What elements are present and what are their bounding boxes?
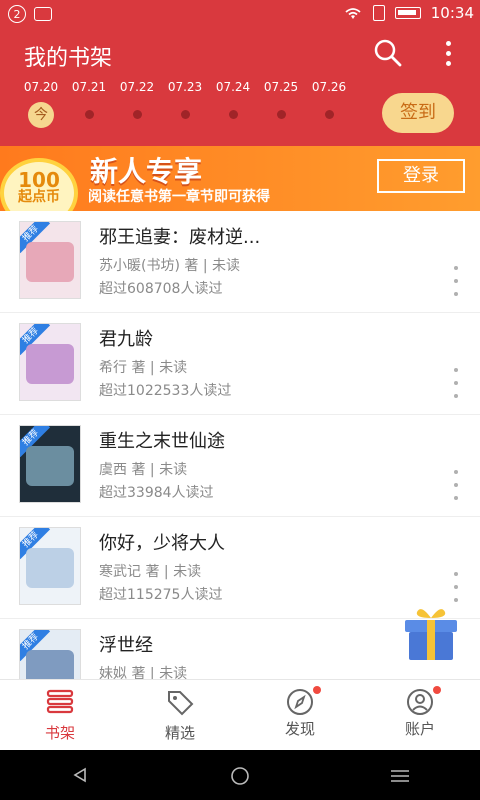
notification-count-badge: 2	[8, 5, 26, 23]
gift-icon[interactable]	[403, 604, 459, 662]
calendar-day: 07.26	[305, 80, 353, 119]
book-item[interactable]: 推荐 邪王追妻：废材逆... 苏小暖(书坊) 著 | 未读 超过608708人读…	[0, 211, 480, 313]
book-menu-icon[interactable]	[452, 368, 460, 398]
checkin-calendar: 07.20 今 07.21 07.22 07.23 07.24 07.25 07…	[0, 80, 380, 140]
book-readers: 超过1022533人读过	[99, 383, 232, 399]
home-icon[interactable]	[230, 766, 250, 786]
login-button[interactable]: 登录	[377, 159, 465, 193]
tab-discover[interactable]: 发现	[240, 680, 360, 751]
page-title: 我的书架	[24, 46, 113, 71]
calendar-day: 07.25	[257, 80, 305, 119]
notification-dot	[313, 686, 321, 694]
calendar-day: 07.24	[209, 80, 257, 119]
book-readers: 超过608708人读过	[99, 281, 223, 297]
banner-subtitle: 阅读任意书第一章节即可获得	[88, 189, 270, 205]
book-author-status: 妹姒 著 | 未读	[99, 666, 188, 679]
notification-dot	[433, 686, 441, 694]
book-cover: 推荐	[19, 221, 81, 299]
book-author-status: 寒武记 著 | 未读	[99, 564, 202, 580]
user-icon	[407, 689, 433, 715]
tab-bookshelf[interactable]: 书架	[0, 680, 120, 751]
day-dot	[228, 110, 238, 119]
bookshelf-icon	[46, 689, 74, 714]
clock: 10:34	[430, 4, 474, 22]
book-readers: 超过115275人读过	[99, 587, 223, 603]
book-title: 重生之末世仙途	[99, 431, 225, 452]
status-bar: 2 10:34	[0, 0, 480, 28]
coin-badge-icon: 100 起点币	[0, 158, 78, 211]
book-item[interactable]: 推荐 重生之末世仙途 虞西 著 | 未读 超过33984人读过	[0, 415, 480, 517]
tab-account[interactable]: 账户	[360, 680, 480, 751]
book-cover: 推荐	[19, 425, 81, 503]
search-icon[interactable]	[373, 38, 403, 68]
day-dot	[180, 110, 190, 119]
book-title: 你好，少将大人	[99, 533, 225, 554]
sim-card-icon	[372, 5, 385, 21]
book-author-status: 苏小暖(书坊) 著 | 未读	[99, 258, 240, 274]
book-title: 君九龄	[99, 329, 153, 350]
book-title: 邪王追妻：废材逆...	[99, 227, 261, 248]
today-marker: 今	[28, 102, 54, 128]
day-dot	[276, 110, 286, 119]
day-dot	[84, 110, 94, 119]
day-dot	[324, 110, 334, 119]
tag-icon	[168, 691, 194, 716]
tab-label: 精选	[164, 724, 195, 742]
back-icon[interactable]	[72, 767, 88, 783]
battery-icon	[394, 7, 421, 19]
book-menu-icon[interactable]	[452, 572, 460, 602]
banner-title: 新人专享	[90, 155, 203, 188]
tab-label: 发现	[284, 720, 315, 738]
signin-button[interactable]: 签到	[382, 93, 454, 133]
tab-featured[interactable]: 精选	[120, 680, 240, 751]
calendar-day: 07.22	[113, 80, 161, 119]
calendar-day: 07.23	[161, 80, 209, 119]
menu-icon[interactable]	[390, 768, 410, 784]
book-author-status: 虞西 著 | 未读	[99, 462, 188, 478]
tab-label: 账户	[404, 720, 435, 738]
app-notification-icon	[34, 7, 52, 21]
book-title: 浮世经	[99, 635, 153, 656]
compass-icon	[287, 689, 313, 715]
day-dot	[132, 110, 142, 119]
newcomer-promo-banner[interactable]: 100 起点币 新人专享 阅读任意书第一章节即可获得 登录	[0, 146, 480, 211]
system-navigation-bar	[0, 750, 480, 800]
bottom-tab-bar: 书架 精选 发现 账户	[0, 679, 480, 751]
wifi-icon	[345, 8, 361, 19]
book-author-status: 希行 著 | 未读	[99, 360, 188, 376]
book-cover: 推荐	[19, 323, 81, 401]
calendar-day: 07.21	[65, 80, 113, 119]
bookshelf-header: 我的书架 07.20 今 07.21 07.22 07.23 07.24 07.…	[0, 28, 480, 146]
book-readers: 超过33984人读过	[99, 485, 214, 501]
book-menu-icon[interactable]	[452, 470, 460, 500]
book-menu-icon[interactable]	[452, 266, 460, 296]
tab-label: 书架	[44, 724, 75, 742]
calendar-day: 07.20 今	[17, 80, 65, 128]
book-item[interactable]: 推荐 君九龄 希行 著 | 未读 超过1022533人读过	[0, 313, 480, 415]
book-cover: 推荐	[19, 527, 81, 605]
more-options-icon[interactable]	[438, 38, 458, 68]
book-cover: 推荐	[19, 629, 81, 679]
